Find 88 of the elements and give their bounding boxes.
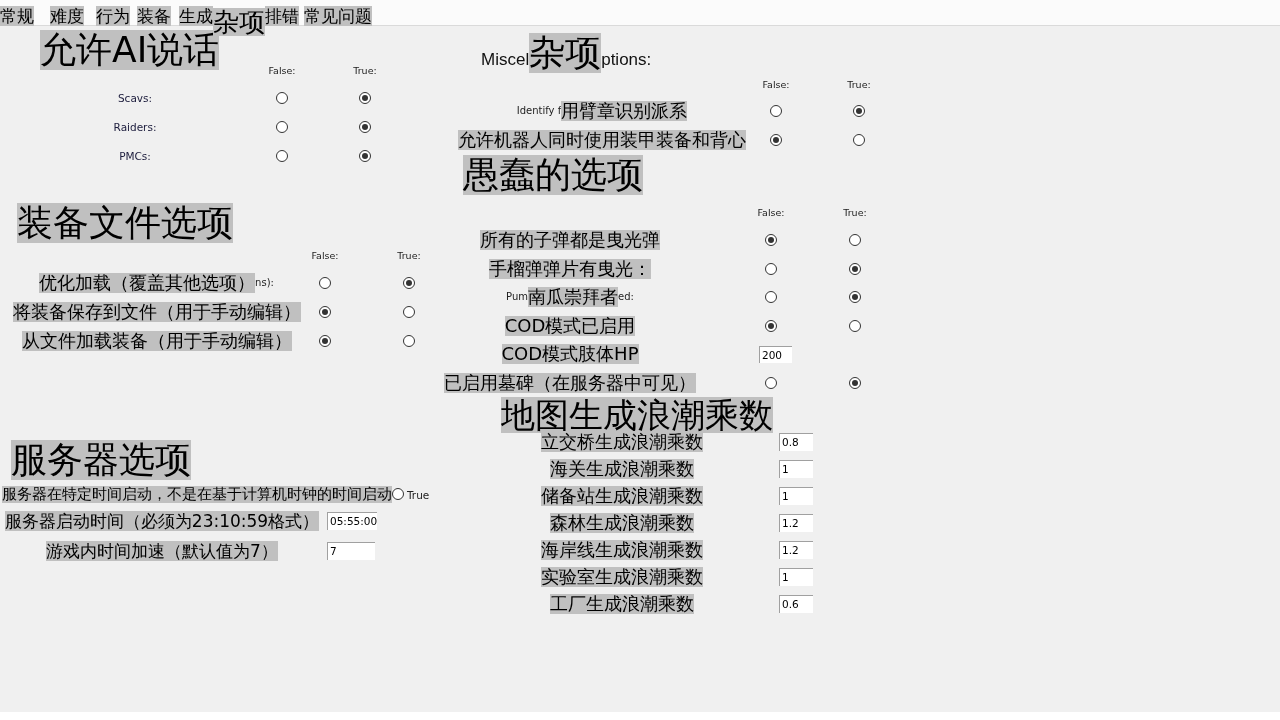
section-heading: 杂项 [529,33,602,73]
option-label: 实验室生成浪潮乘数 [540,566,703,587]
title-fragment: ptions: [601,50,652,70]
option-label: 南瓜崇拜者 [528,287,619,308]
label-fragment: Identify f [516,105,562,116]
radio-button[interactable] [276,150,288,162]
column-header: False: [762,79,790,90]
section-heading: 愚蠢的选项 [463,154,643,195]
radio-button[interactable] [359,121,371,133]
option-label: Scavs: [117,91,153,105]
input-field[interactable]: 1.2 [779,540,813,559]
option-label: 用臂章识别派系 [561,101,688,121]
radio-button[interactable] [359,150,371,162]
option-label: 游戏内时间加速（默认值为7） [46,541,278,561]
section-heading: 服务器选项 [11,440,191,480]
tab[interactable]: 行为 [96,6,130,26]
option-label: 从文件加载装备（用于手动编辑） [21,331,292,351]
tab[interactable]: 生成 [179,6,213,26]
input-field[interactable]: 05:55:00 [327,512,378,530]
title-fragment: Miscel [481,50,530,70]
radio-button[interactable] [359,92,371,104]
radio-button[interactable] [849,291,861,304]
option-label: 海关生成浪潮乘数 [549,458,694,479]
radio-button[interactable] [765,376,777,389]
radio-button[interactable] [765,291,777,304]
tab[interactable]: 常规 [0,6,34,26]
option-label: 已启用墓碑（在服务器中可见） [444,372,696,393]
column-header: False: [311,250,339,261]
radio-button[interactable] [319,277,331,289]
tab[interactable]: 装备 [137,6,171,26]
input-field[interactable]: 1.2 [779,513,813,532]
radio-button[interactable] [770,134,782,146]
radio-button[interactable] [849,376,861,389]
input-field[interactable]: 0.6 [779,594,813,613]
option-label: 手榴弹弹片有曳光： [489,258,651,279]
input-field[interactable]: 7 [327,542,375,560]
radio-button[interactable] [765,234,777,246]
radio-button[interactable] [403,335,415,347]
option-label: 服务器启动时间（必须为23:10:59格式） [4,511,320,531]
radio-button[interactable] [403,306,415,318]
tab[interactable]: 难度 [50,6,84,26]
radio-button[interactable] [849,319,861,332]
input-field[interactable]: 200 [759,345,792,363]
radio-button[interactable] [765,262,777,275]
option-label: PMCs: [119,149,151,163]
option-label: 海岸线生成浪潮乘数 [540,539,703,560]
input-field[interactable]: 0.8 [779,432,813,451]
option-label: True [407,488,430,502]
option-label: 工厂生成浪潮乘数 [549,593,694,614]
label-fragment: ed: [618,291,634,303]
column-header: True: [353,65,377,76]
column-header: True: [847,79,871,90]
option-label: 服务器在特定时间启动，不是在基于计算机时钟的时间启动 [2,485,392,503]
option-label: 所有的子弹都是曳光弹 [480,230,660,250]
input-field[interactable]: 1 [779,567,813,586]
option-label: 优化加载（覆盖其他选项） [39,273,256,293]
option-label: 将装备保存到文件（用于手动编辑） [12,302,301,322]
column-header: False: [268,65,296,76]
option-label: 立交桥生成浪潮乘数 [540,431,703,452]
radio-button[interactable] [849,234,861,246]
column-header: True: [397,250,421,261]
label-fragment: Pum [506,291,529,303]
radio-button[interactable] [319,306,331,318]
option-label: 森林生成浪潮乘数 [549,512,694,533]
radio-button[interactable] [276,92,288,104]
column-header: True: [843,207,867,218]
radio-button[interactable] [319,335,331,347]
radio-button[interactable] [765,319,777,332]
radio-button[interactable] [403,277,415,289]
radio-button[interactable] [770,105,782,117]
radio-button[interactable] [853,105,865,117]
input-field[interactable]: 1 [779,459,813,478]
tab[interactable]: 排错 [265,6,299,26]
option-label: 储备站生成浪潮乘数 [540,485,703,506]
option-label: COD模式已启用 [504,315,636,336]
option-label: Raiders: [113,120,157,134]
input-field[interactable]: 1 [779,486,813,505]
tab[interactable]: 常见问题 [304,6,372,26]
option-label: 允许机器人同时使用装甲装备和背心 [458,130,746,150]
section-heading: 地图生成浪潮乘数 [501,397,773,434]
radio-button[interactable] [853,134,865,146]
radio-button[interactable] [392,488,404,500]
option-label: COD模式肢体HP [501,344,639,365]
radio-button[interactable] [276,121,288,133]
radio-button[interactable] [849,262,861,275]
label-fragment: ns): [255,277,274,289]
section-heading: 装备文件选项 [17,203,233,243]
column-header: False: [757,207,785,218]
